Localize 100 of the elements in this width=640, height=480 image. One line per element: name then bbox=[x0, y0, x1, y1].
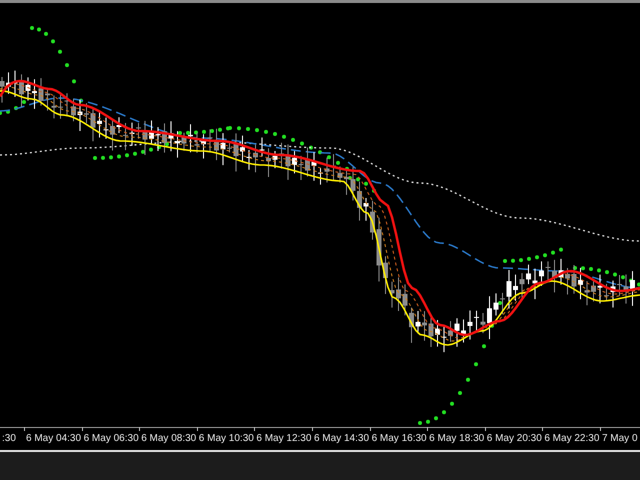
candlestick bbox=[246, 150, 252, 170]
candlestick bbox=[364, 197, 368, 222]
candlestick bbox=[90, 108, 96, 142]
candlestick bbox=[240, 135, 245, 163]
candlestick bbox=[552, 259, 557, 293]
candlestick bbox=[383, 256, 388, 295]
candlestick bbox=[286, 144, 290, 180]
candlestick bbox=[6, 72, 11, 94]
candlestick bbox=[279, 142, 284, 170]
candlestick bbox=[188, 124, 193, 153]
candlestick bbox=[331, 154, 336, 182]
candlestick bbox=[182, 132, 186, 152]
candlestick bbox=[162, 122, 167, 154]
time-axis-label: 6 May 10:30 bbox=[198, 433, 254, 444]
candlestick bbox=[0, 76, 4, 104]
candlestick bbox=[610, 280, 616, 308]
candlestick bbox=[520, 272, 524, 300]
candlestick bbox=[376, 217, 382, 282]
candlestick bbox=[52, 95, 56, 119]
candlestick bbox=[584, 280, 590, 306]
candlestick bbox=[38, 78, 44, 106]
candlestick bbox=[604, 283, 609, 301]
candlestick bbox=[338, 166, 342, 184]
candlestick bbox=[454, 318, 460, 348]
candlestick bbox=[84, 102, 89, 124]
candlestick bbox=[532, 268, 538, 300]
candlestick bbox=[617, 274, 622, 296]
candlestick bbox=[305, 147, 310, 178]
candlestick bbox=[136, 122, 141, 140]
candlestick bbox=[214, 128, 219, 161]
candlestick bbox=[78, 99, 82, 132]
time-axis-label: 6 May 18:30 bbox=[428, 433, 484, 444]
candlestick bbox=[409, 307, 414, 344]
candlestick bbox=[45, 88, 50, 112]
candlestick bbox=[513, 274, 518, 302]
candlestick bbox=[598, 274, 602, 304]
candlestick bbox=[110, 118, 115, 152]
candlestick bbox=[630, 270, 635, 306]
candlestick bbox=[474, 310, 479, 332]
candlestick bbox=[526, 264, 531, 285]
candlestick bbox=[558, 258, 564, 286]
candlestick bbox=[624, 274, 628, 304]
time-axis-label: 6 May 16:30 bbox=[370, 433, 427, 444]
candlestick bbox=[142, 120, 148, 156]
candlestick bbox=[253, 144, 258, 173]
candlestick bbox=[318, 167, 323, 186]
candlestick bbox=[194, 132, 200, 154]
candlestick bbox=[324, 157, 330, 183]
candlestick bbox=[461, 318, 466, 343]
time-axis-label: 6 May 12:30 bbox=[255, 433, 312, 444]
candlestick bbox=[104, 117, 108, 140]
candlestick bbox=[442, 324, 446, 353]
candlestick bbox=[435, 320, 440, 348]
candlestick bbox=[312, 152, 316, 182]
candlestick bbox=[506, 270, 512, 309]
candlestick bbox=[130, 122, 134, 146]
candlestick bbox=[298, 155, 304, 181]
candlestick bbox=[156, 126, 160, 152]
candlestick bbox=[539, 260, 544, 286]
candlestick bbox=[149, 120, 154, 144]
candlestick bbox=[448, 320, 453, 342]
candlestick bbox=[402, 284, 408, 316]
candlestick bbox=[487, 296, 492, 340]
candlestick bbox=[266, 148, 271, 178]
candlestick bbox=[591, 279, 596, 302]
candlestick bbox=[97, 110, 102, 138]
candlestick bbox=[390, 281, 394, 308]
candlestick bbox=[272, 150, 278, 169]
candlestick bbox=[116, 116, 122, 134]
candlestick bbox=[175, 130, 180, 158]
candlestick bbox=[234, 132, 238, 172]
time-axis-label: 6 May 20:30 bbox=[486, 433, 542, 444]
candlestick bbox=[428, 316, 434, 348]
time-axis-label: 6 May 22:30 bbox=[543, 433, 600, 444]
candlestick bbox=[208, 128, 212, 152]
candlestick bbox=[201, 134, 206, 160]
candlestick bbox=[416, 310, 420, 334]
candlestick bbox=[565, 267, 570, 296]
candlestick bbox=[26, 76, 30, 101]
candlestick bbox=[58, 94, 63, 120]
candlestick bbox=[546, 260, 550, 281]
candlestick bbox=[468, 310, 472, 340]
candlestick bbox=[578, 267, 583, 300]
time-axis-label: 6 May 08:30 bbox=[140, 433, 196, 444]
time-axis-label: :30 bbox=[1, 433, 16, 444]
time-axis-label: 6 May 06:30 bbox=[82, 433, 139, 444]
candlestick bbox=[500, 292, 505, 315]
candlestick bbox=[422, 310, 427, 342]
candlestick bbox=[480, 312, 486, 334]
candlestick bbox=[64, 92, 70, 117]
candlestick bbox=[350, 166, 356, 201]
candlestick bbox=[396, 276, 401, 312]
candlestick bbox=[494, 292, 498, 316]
time-axis-label: 7 May 0 bbox=[600, 433, 638, 444]
candlestick bbox=[260, 137, 264, 157]
candlestick bbox=[227, 142, 232, 153]
candlestick bbox=[292, 150, 297, 174]
candlestick bbox=[357, 180, 362, 222]
time-axis-label: 6 May 14:30 bbox=[312, 433, 370, 444]
candlestick bbox=[123, 122, 128, 151]
